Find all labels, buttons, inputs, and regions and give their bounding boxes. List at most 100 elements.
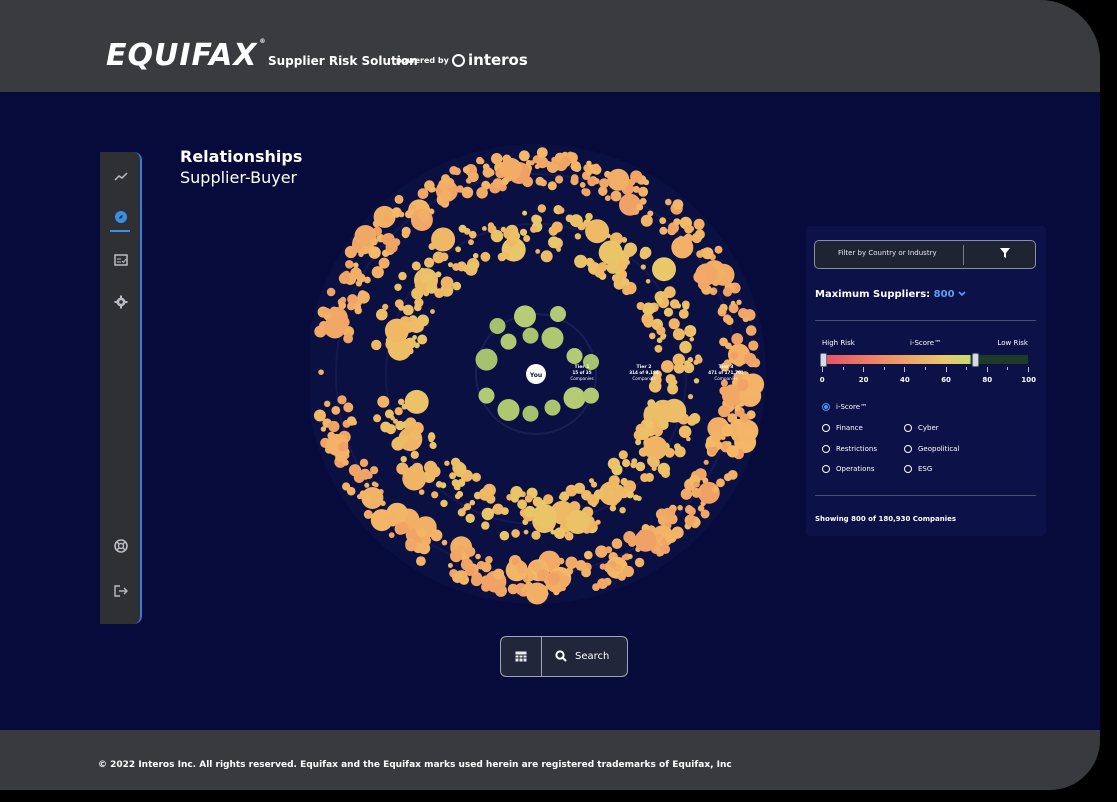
supplier-bubble[interactable] [672, 199, 684, 210]
supplier-bubble[interactable] [622, 459, 631, 468]
supplier-bubble[interactable] [524, 494, 533, 503]
supplier-bubble[interactable] [512, 165, 521, 173]
supplier-bubble[interactable] [537, 204, 546, 213]
supplier-bubble[interactable] [630, 461, 637, 469]
supplier-bubble[interactable] [542, 250, 552, 259]
supplier-bubble[interactable] [451, 479, 460, 487]
supplier-bubble[interactable] [656, 533, 662, 539]
supplier-bubble[interactable] [604, 195, 611, 202]
supplier-bubble[interactable] [424, 460, 438, 474]
supplier-bubble[interactable] [357, 291, 370, 304]
supplier-bubble[interactable] [384, 513, 397, 526]
supplier-bubble[interactable] [606, 233, 611, 239]
supplier-bubble[interactable] [452, 263, 460, 271]
supplier-bubble[interactable] [687, 357, 694, 363]
supplier-bubble[interactable] [511, 529, 520, 538]
supplier-bubble[interactable] [630, 170, 643, 183]
supplier-bubble[interactable] [586, 260, 593, 267]
supplier-bubble[interactable] [585, 169, 593, 176]
supplier-bubble[interactable] [378, 257, 390, 269]
tier1-bubble[interactable] [541, 327, 564, 349]
supplier-bubble[interactable] [627, 553, 633, 560]
supplier-bubble[interactable] [441, 174, 450, 183]
supplier-bubble[interactable] [703, 459, 709, 465]
tier1-bubble[interactable] [475, 348, 498, 371]
supplier-bubble[interactable] [398, 271, 407, 281]
supplier-bubble[interactable] [557, 207, 565, 214]
supplier-bubble[interactable] [359, 458, 369, 468]
supplier-bubble[interactable] [640, 214, 653, 227]
supplier-bubble[interactable] [461, 186, 474, 199]
slider-handle-max[interactable] [972, 353, 980, 367]
radio-operations[interactable]: Operations [822, 465, 874, 473]
supplier-bubble[interactable] [585, 219, 610, 244]
supplier-bubble[interactable] [608, 496, 619, 507]
supplier-bubble[interactable] [343, 402, 354, 413]
supplier-bubble[interactable] [435, 271, 442, 278]
supplier-bubble[interactable] [619, 507, 626, 514]
supplier-bubble[interactable] [491, 153, 503, 165]
radio-dot[interactable] [904, 445, 912, 453]
supplier-bubble[interactable] [414, 303, 422, 312]
supplier-bubble[interactable] [745, 325, 757, 336]
supplier-bubble[interactable] [665, 531, 677, 544]
supplier-bubble[interactable] [326, 287, 336, 297]
supplier-bubble[interactable] [660, 464, 669, 474]
supplier-bubble[interactable] [524, 505, 536, 518]
supplier-bubble[interactable] [736, 299, 742, 305]
supplier-bubble[interactable] [656, 326, 666, 336]
supplier-bubble[interactable] [393, 436, 405, 448]
supplier-bubble[interactable] [570, 174, 579, 182]
supplier-bubble[interactable] [668, 318, 680, 330]
supplier-bubble[interactable] [716, 478, 725, 488]
supplier-bubble[interactable] [685, 505, 694, 514]
tier1-bubble[interactable] [550, 306, 566, 322]
supplier-bubble[interactable] [469, 167, 475, 174]
supplier-bubble[interactable] [686, 436, 691, 442]
supplier-bubble[interactable] [722, 287, 733, 297]
supplier-bubble[interactable] [663, 286, 676, 299]
supplier-bubble[interactable] [652, 426, 663, 437]
supplier-bubble[interactable] [622, 565, 634, 578]
supplier-bubble[interactable] [640, 246, 652, 259]
supplier-bubble[interactable] [428, 436, 434, 443]
supplier-bubble[interactable] [380, 421, 392, 433]
supplier-bubble[interactable] [673, 218, 681, 226]
supplier-bubble[interactable] [368, 246, 381, 259]
supplier-bubble[interactable] [564, 531, 574, 541]
supplier-bubble[interactable] [536, 156, 549, 169]
supplier-bubble[interactable] [410, 429, 421, 441]
supplier-bubble[interactable] [635, 461, 646, 472]
supplier-bubble[interactable] [525, 159, 532, 166]
supplier-bubble[interactable] [418, 489, 425, 495]
supplier-bubble[interactable] [394, 283, 402, 291]
supplier-bubble[interactable] [737, 379, 749, 391]
supplier-bubble[interactable] [550, 529, 556, 535]
supplier-bubble[interactable] [691, 487, 702, 498]
supplier-bubble[interactable] [338, 272, 350, 284]
tier1-bubble[interactable] [489, 318, 506, 334]
supplier-bubble[interactable] [554, 527, 566, 539]
supplier-bubble[interactable] [672, 328, 685, 341]
supplier-bubble[interactable] [535, 176, 545, 186]
relationship-network-graph[interactable]: You Tier 115 of 35CompaniesTier 2314 of … [310, 140, 780, 620]
supplier-bubble[interactable] [462, 506, 467, 512]
supplier-bubble[interactable] [672, 353, 685, 366]
supplier-bubble[interactable] [354, 303, 362, 311]
supplier-bubble[interactable] [431, 491, 439, 499]
supplier-bubble[interactable] [510, 486, 523, 499]
supplier-bubble[interactable] [364, 482, 370, 488]
supplier-bubble[interactable] [328, 420, 340, 433]
supplier-bubble[interactable] [382, 303, 389, 310]
supplier-bubble[interactable] [684, 224, 694, 234]
supplier-bubble[interactable] [701, 247, 714, 260]
supplier-bubble[interactable] [526, 582, 549, 605]
supplier-bubble[interactable] [348, 464, 362, 477]
slider-handle-min[interactable] [820, 353, 827, 367]
supplier-bubble[interactable] [591, 501, 597, 508]
supplier-bubble[interactable] [499, 530, 510, 541]
supplier-bubble[interactable] [355, 280, 362, 287]
supplier-bubble[interactable] [457, 545, 464, 552]
supplier-bubble[interactable] [551, 221, 563, 233]
supplier-bubble[interactable] [346, 416, 357, 426]
